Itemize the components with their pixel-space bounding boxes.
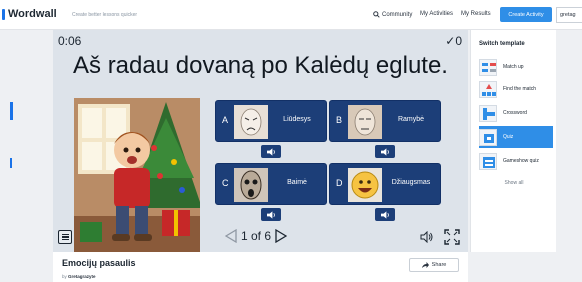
template-match-up[interactable]: Match up [479,56,553,78]
answer-image-calm-mask [348,105,382,139]
answer-label: Baimė [287,179,307,186]
nav-community-label: Community [382,11,413,18]
answer-letter: A [222,115,229,125]
template-quiz[interactable]: Quiz [479,126,553,148]
answer-d-sound-button[interactable] [375,208,395,221]
template-find-the-match[interactable]: Find the match [479,78,553,100]
answer-label: Džiaugsmas [391,179,431,186]
show-all-link[interactable]: Show all [471,180,557,186]
wordwall-logo[interactable]: Wordwall [2,8,57,20]
timer: 0:06 [58,34,82,48]
answer-option-c[interactable]: C Baimė [215,163,327,205]
nav-my-activities[interactable]: My Activities [420,11,453,17]
nav-my-activities-label: My Activities [420,11,454,17]
answer-option-d[interactable]: D Džiaugsmas [329,163,441,205]
left-edge-marker-small [10,158,12,168]
answer-image-happy-face [348,168,382,202]
template-name: Match up [503,64,524,70]
answer-b-sound-button[interactable] [375,145,395,158]
answer-option-b[interactable]: B Ramybė [329,100,441,142]
answer-a-sound-button[interactable] [261,145,281,158]
crossword-icon [479,104,497,122]
score: ✓0 [445,34,462,48]
match-up-icon [479,58,497,76]
answer-letter: C [222,178,229,188]
activity-title: Emocijų pasaulis [62,258,136,268]
logo-mark-icon [2,8,5,20]
create-activity-button[interactable]: Create Activity [500,7,552,22]
previous-arrow-icon[interactable] [225,229,237,243]
fullscreen-icon[interactable] [444,229,460,245]
template-name: Find the match [503,86,537,92]
pager: 1 of 6 [225,229,288,243]
nav-my-results-label: My Results [461,11,491,17]
quiz-icon [479,128,497,146]
answer-c-sound-button[interactable] [261,208,281,221]
answer-letter: B [336,115,343,125]
share-button[interactable]: Share [409,258,459,272]
author-prefix: by [62,274,67,279]
score-value: 0 [455,34,462,48]
switch-template-title: Switch template [479,41,525,47]
speaker-icon [266,210,275,219]
answer-image-fear-face [234,168,268,202]
share-arrow-icon [421,262,429,268]
left-edge-marker [10,102,13,120]
template-crossword[interactable]: Crossword [479,102,553,124]
nav-my-results[interactable]: My Results [461,11,491,17]
logo-text: Wordwall [8,8,57,20]
game-stage: 0:06 ✓0 Aš radau dovaną po Kalėdų eglute… [53,30,468,252]
search-icon [373,11,380,18]
speaker-icon [380,210,389,219]
template-gameshow-quiz[interactable]: Gameshow quiz [479,150,553,172]
answer-option-a[interactable]: A Liūdesys [215,100,327,142]
next-arrow-icon[interactable] [275,229,288,243]
user-menu[interactable]: gretag [556,7,582,23]
speaker-icon [266,147,275,156]
activity-author: by Gretagrazyte [62,274,96,279]
question-text: Aš radau dovaną po Kalėdų eglute. [73,52,448,79]
checkmark-icon: ✓ [445,34,456,48]
answer-letter: D [336,178,343,188]
nav-community[interactable]: Community [373,11,412,18]
question-image [74,98,200,252]
top-bar: Wordwall Create better lessons quicker C… [0,0,582,30]
tagline: Create better lessons quicker [72,12,138,18]
answer-image-sad-mask [234,105,268,139]
menu-button[interactable] [58,230,72,244]
gameshow-quiz-icon [479,152,497,170]
volume-icon[interactable] [420,231,434,243]
find-the-match-icon [479,80,497,98]
answer-label: Liūdesys [283,116,311,123]
switch-template-panel: Switch template Match up Find the match … [470,30,556,252]
share-label: Share [431,262,447,268]
activity-info: Emocijų pasaulis by Gretagrazyte Share [53,252,468,282]
author-name[interactable]: Gretagrazyte [68,274,96,279]
page-indicator: 1 of 6 [241,229,272,243]
answer-label: Ramybė [397,116,425,123]
right-background [556,30,582,282]
template-name: Gameshow quiz [503,158,539,164]
speaker-icon [380,147,389,156]
template-name: Quiz [503,134,514,140]
template-name: Crossword [503,110,527,116]
